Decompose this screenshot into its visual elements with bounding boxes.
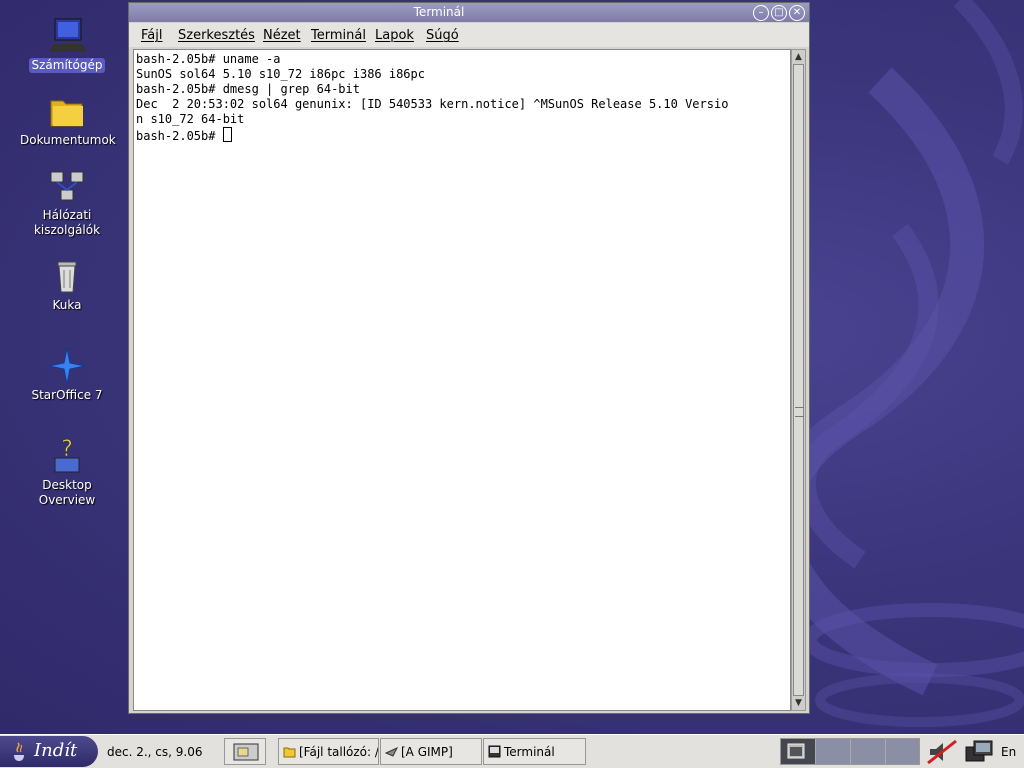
desktop-icon-label: Dokumentumok [20,133,116,147]
workspace-4[interactable] [886,739,919,764]
task-label: [Fájl tallózó: / [299,745,379,759]
maximize-button[interactable]: □ [771,5,787,21]
close-button[interactable]: ✕ [789,5,805,21]
desktop-icon-documents[interactable]: Dokumentumok [17,91,117,148]
desktop-icon-desktop-overview[interactable]: ? Desktop Overview [17,436,117,508]
terminal-output[interactable]: bash-2.05b# uname -a SunOS sol64 5.10 s1… [133,49,791,711]
desktop-icon-label: Számítógép [28,58,106,73]
desktop-icon-staroffice[interactable]: StarOffice 7 [17,346,117,403]
menu-file[interactable]: Fájl [141,28,162,43]
taskbar: Indít dec. 2., cs, 9.06 [Fájl tallózó: /… [0,734,1024,768]
staroffice-icon [48,347,86,385]
desktop-icon-network-servers[interactable]: Hálózati kiszolgálók [17,166,117,238]
desktop-icon-label: Hálózati kiszolgálók [33,208,101,237]
terminal-line: n s10_72 64-bit [136,112,245,126]
folder-icon [283,747,296,758]
volume-muted-icon[interactable] [926,739,958,765]
desktop-icon-trash[interactable]: Kuka [17,256,117,313]
network-status-icon[interactable] [963,739,995,765]
workspace-switcher [780,738,920,765]
clock[interactable]: dec. 2., cs, 9.06 [107,745,203,759]
desktop-icon-label: Kuka [52,298,82,312]
workspace-2[interactable] [816,739,851,764]
gimp-icon [385,746,398,757]
svg-text:?: ? [61,437,73,462]
desktop: Számítógép Dokumentumok Hálózati kiszolgá… [0,0,1024,734]
menu-view[interactable]: Nézet [263,28,301,43]
vertical-scrollbar[interactable]: ▲ ▼ [791,49,806,711]
terminal-line: bash-2.05b# uname -a [136,52,281,66]
scroll-down-arrow-icon[interactable]: ▼ [792,696,805,710]
workspace-3[interactable] [851,739,886,764]
scroll-up-arrow-icon[interactable]: ▲ [792,50,805,64]
desktop-icon-computer[interactable]: Számítógép [17,16,117,73]
trash-icon [57,261,77,293]
terminal-prompt: bash-2.05b# [136,129,223,143]
start-label: Indít [34,740,78,761]
start-button[interactable]: Indít [0,736,98,767]
folder-icon [50,100,83,127]
computer-icon [49,18,87,52]
terminal-line: bash-2.05b# dmesg | grep 64-bit [136,82,360,96]
window-title: Terminál [413,5,465,19]
desktop-icon-label: StarOffice 7 [31,388,103,402]
terminal-line: SunOS sol64 5.10 s10_72 i86pc i386 i86pc [136,67,425,81]
show-desktop-button[interactable] [224,738,266,765]
scrollbar-grip [795,407,804,417]
menu-edit[interactable]: Szerkesztés [178,28,255,43]
keyboard-layout-indicator[interactable]: En [1001,745,1016,759]
terminal-line: Dec 2 20:53:02 sol64 genunix: [ID 540533… [136,97,729,111]
terminal-text: bash-2.05b# uname -a SunOS sol64 5.10 s1… [136,52,728,144]
network-icon [50,171,84,201]
terminal-window[interactable]: Terminál – □ ✕ Fájl Szerkesztés Nézet Te… [128,2,810,714]
desktop-icon-label: Desktop Overview [38,478,96,507]
window-titlebar[interactable]: Terminál – □ ✕ [129,3,809,22]
menu-help[interactable]: Súgó [426,28,459,43]
scrollbar-thumb[interactable] [793,64,804,696]
task-terminal[interactable]: Terminál [483,738,586,765]
java-logo-icon [14,742,24,761]
menu-tabs[interactable]: Lapok [375,28,414,43]
text-cursor [222,127,232,142]
task-gimp[interactable]: [A GIMP] [380,738,482,765]
terminal-icon [488,745,501,758]
task-label: Terminál [504,745,555,759]
menu-bar: Fájl Szerkesztés Nézet Terminál Lapok Sú… [129,23,809,47]
minimize-button[interactable]: – [753,5,769,21]
help-icon: ? [54,437,80,473]
show-desktop-icon [233,743,259,761]
window-thumbnail-icon [787,743,805,759]
task-file-browser[interactable]: [Fájl tallózó: / [278,738,379,765]
task-label: [A GIMP] [401,745,453,759]
menu-terminal[interactable]: Terminál [311,28,366,43]
workspace-1[interactable] [781,739,816,764]
